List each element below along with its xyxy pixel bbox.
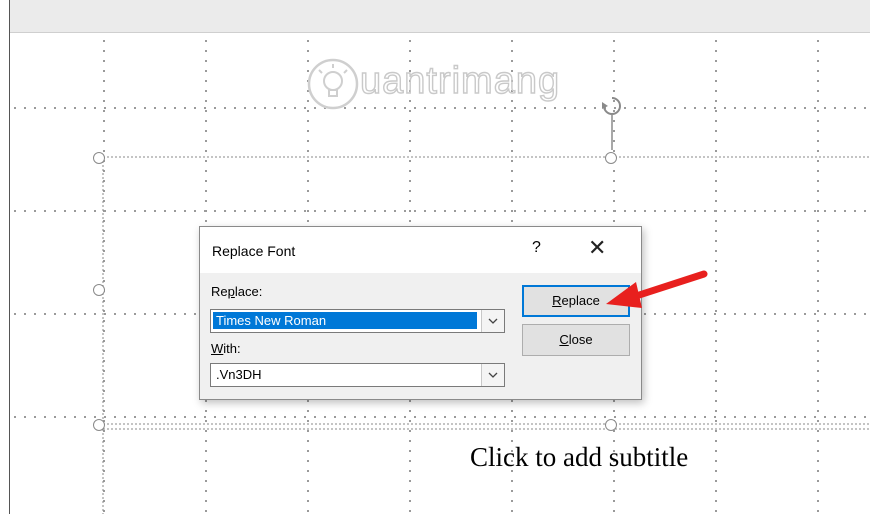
replace-font-dialog: Replace Font ? ✕ Replace: Times New Roma… (199, 226, 642, 400)
slide-canvas: uantrimang Click to add subtitle Replace… (0, 0, 870, 514)
close-icon[interactable]: ✕ (588, 235, 606, 261)
with-font-select[interactable]: .Vn3DH (210, 363, 505, 387)
chevron-down-icon[interactable] (481, 364, 504, 386)
subtitle-placeholder[interactable]: Click to add subtitle (470, 442, 688, 473)
close-button[interactable]: Close (522, 324, 630, 356)
resize-handle-bottom-left[interactable] (93, 419, 105, 431)
resize-handle-top-center[interactable] (605, 152, 617, 164)
replace-font-value: Times New Roman (213, 312, 477, 329)
resize-handle-bottom-center[interactable] (605, 419, 617, 431)
replace-font-select[interactable]: Times New Roman (210, 309, 505, 333)
dialog-titlebar: Replace Font ? ✕ (200, 227, 641, 273)
with-label: With: (211, 341, 241, 356)
help-button[interactable]: ? (532, 239, 541, 257)
chevron-down-icon[interactable] (481, 310, 504, 332)
annotation-arrow-icon (600, 264, 710, 317)
with-font-value: .Vn3DH (216, 367, 262, 382)
replace-label: Replace: (211, 284, 263, 299)
resize-handle-middle-left[interactable] (93, 284, 105, 296)
resize-handle-top-left[interactable] (93, 152, 105, 164)
dialog-title: Replace Font (212, 243, 296, 259)
